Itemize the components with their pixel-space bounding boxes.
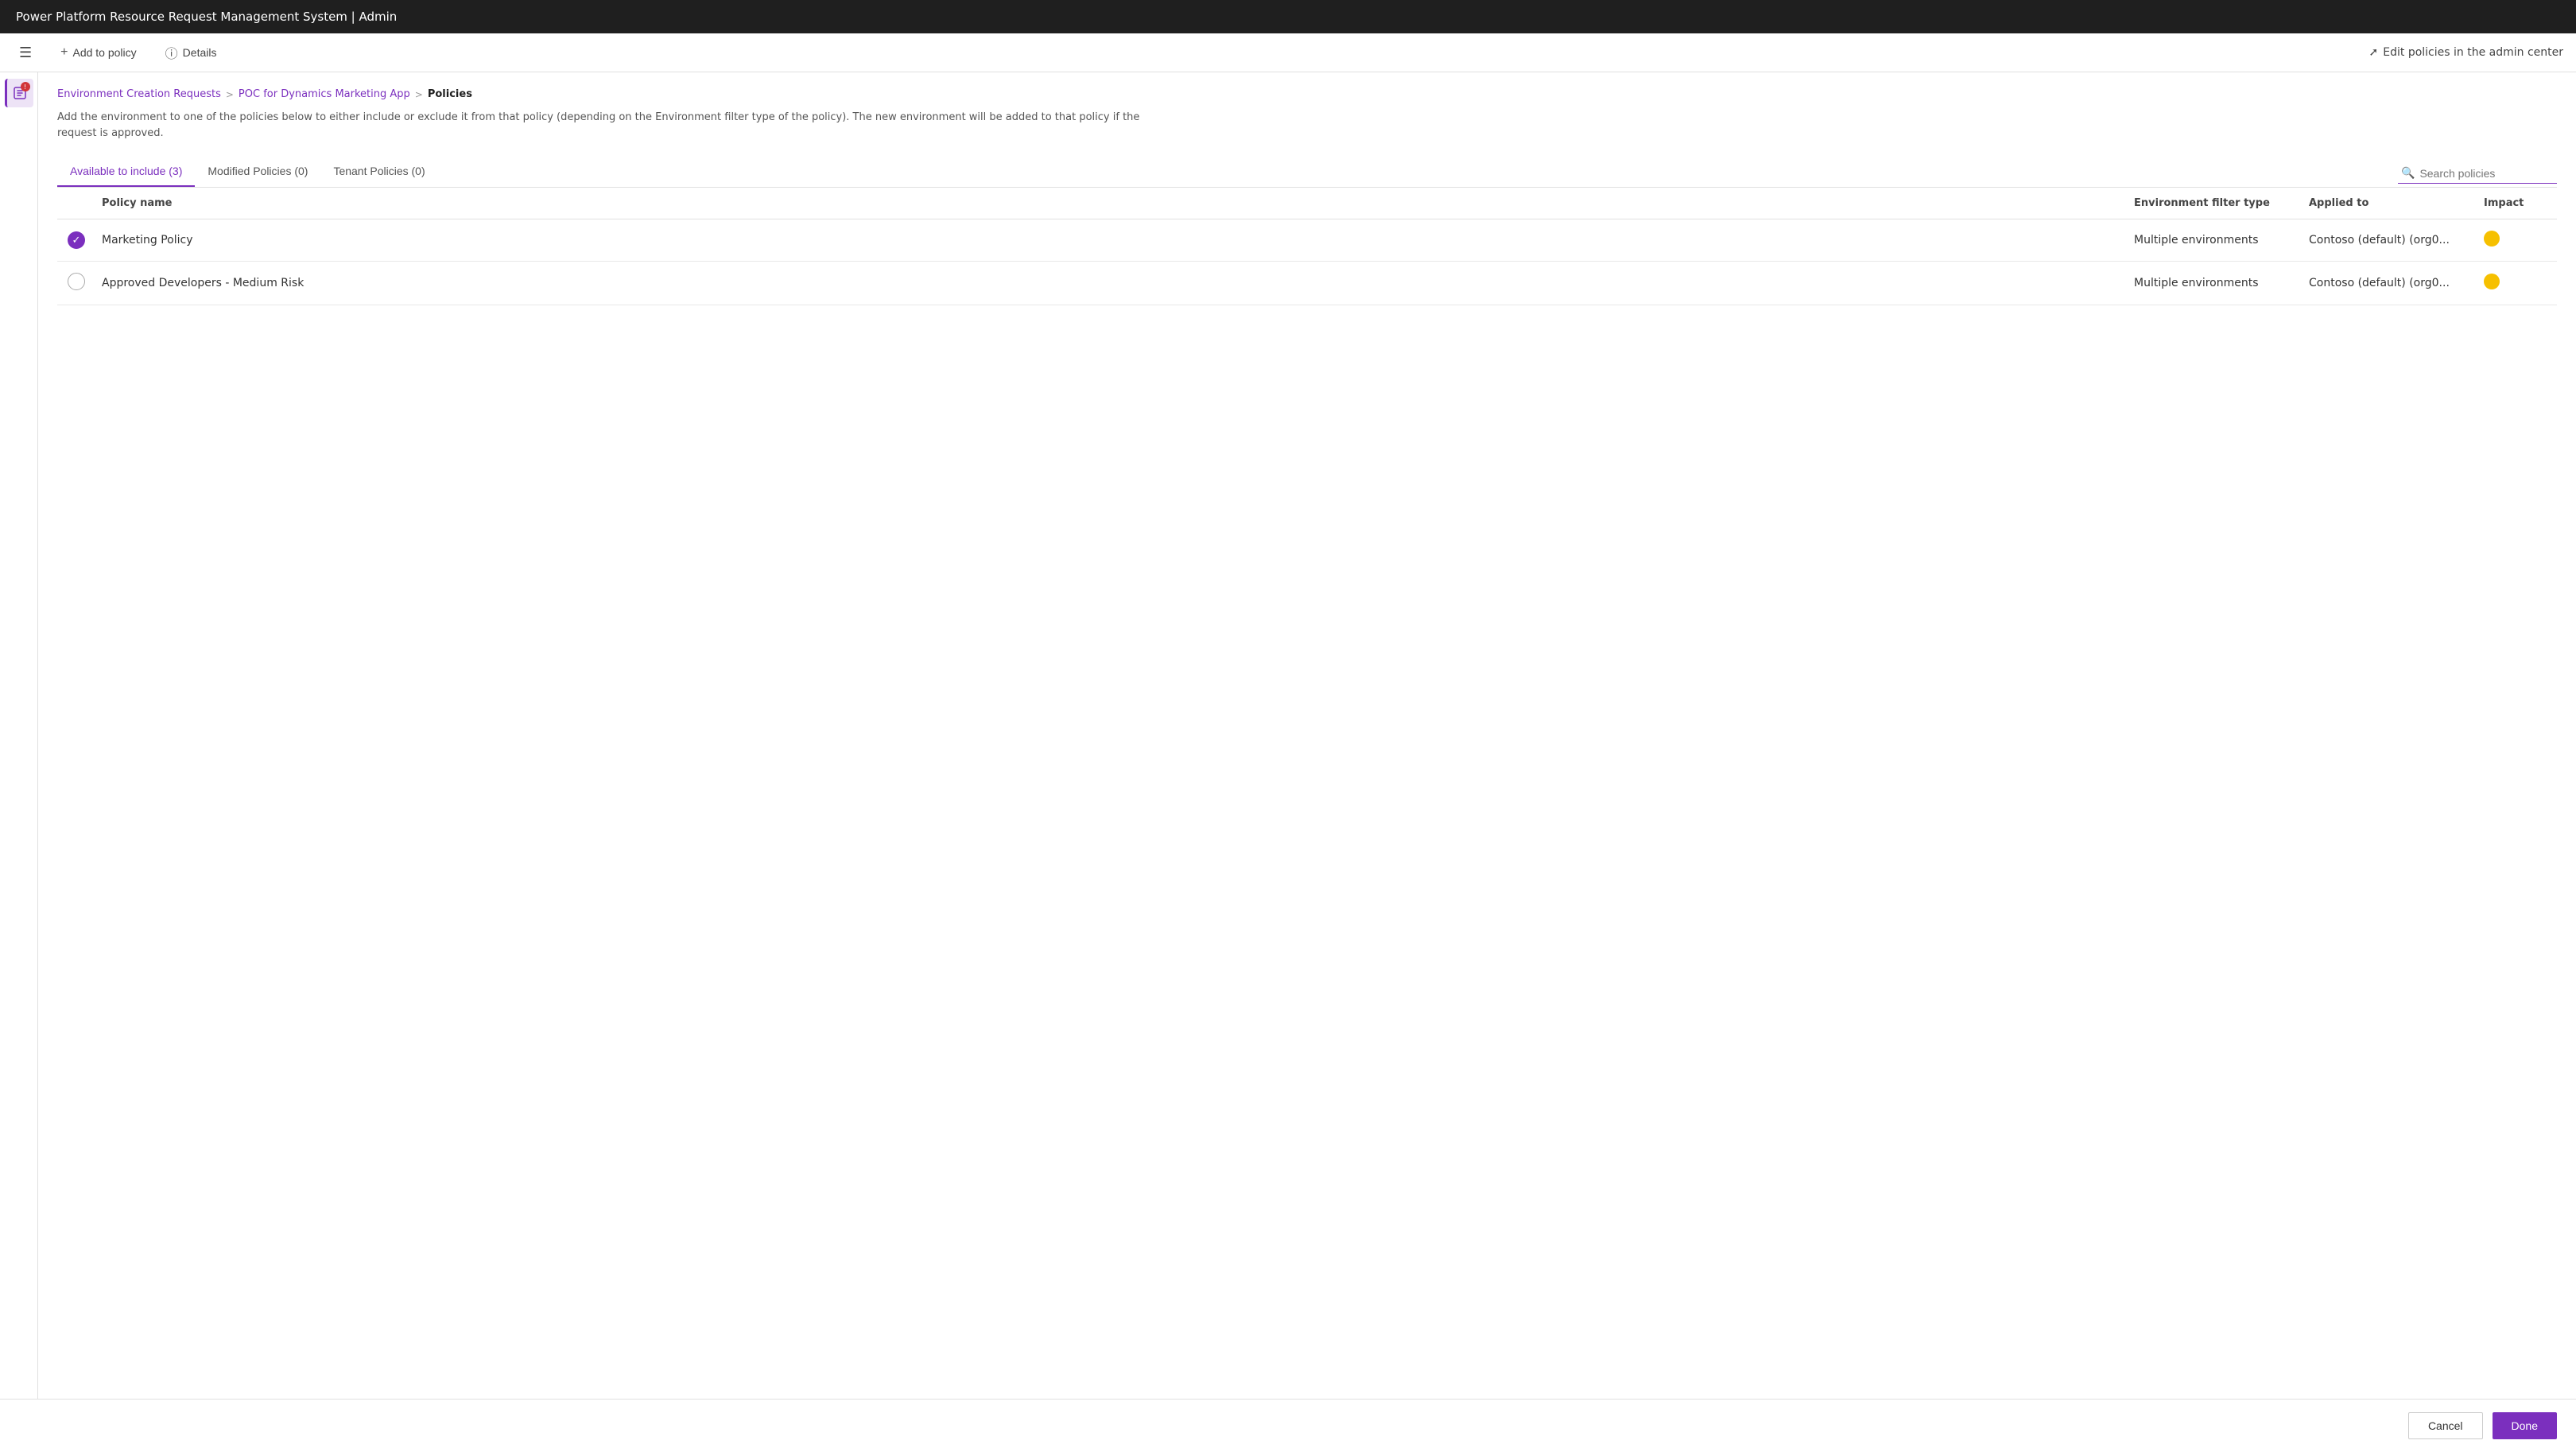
breadcrumb-current: Policies [428, 88, 472, 100]
footer: Cancel Done [0, 1399, 2576, 1452]
plus-icon: + [60, 45, 68, 60]
title-bar: Power Platform Resource Request Manageme… [0, 0, 2576, 33]
tab-tenant[interactable]: Tenant Policies (0) [320, 157, 437, 187]
sidebar-icon-requests[interactable]: ! [5, 79, 33, 107]
tab-available[interactable]: Available to include (3) [57, 157, 195, 187]
table-row[interactable]: ✓ Marketing PolicyMultiple environmentsCo… [57, 219, 2557, 262]
table-body: ✓ Marketing PolicyMultiple environmentsCo… [57, 219, 2557, 305]
col-header-policy-name: Policy name [95, 188, 2128, 219]
add-to-policy-button[interactable]: + Add to policy [54, 42, 143, 63]
row-select-cell[interactable]: ✓ [57, 219, 95, 262]
search-input[interactable] [2419, 167, 2547, 180]
chevron-icon-2: > [415, 89, 423, 100]
toolbar: ☰ + Add to policy ⓘ Details ➚ Edit polic… [0, 33, 2576, 72]
row-select-cell[interactable] [57, 262, 95, 305]
impact-dot-icon [2484, 274, 2500, 289]
policy-name-cell: Approved Developers - Medium Risk [95, 262, 2128, 305]
chevron-icon-1: > [226, 89, 234, 100]
add-to-policy-label: Add to policy [72, 46, 136, 59]
impact-cell [2477, 262, 2557, 305]
sidebar: ! [0, 72, 38, 1399]
impact-cell [2477, 219, 2557, 262]
selected-check-icon: ✓ [68, 231, 85, 249]
notification-badge: ! [21, 82, 30, 91]
filter-type-cell: Multiple environments [2128, 262, 2302, 305]
col-header-filter-type: Environment filter type [2128, 188, 2302, 219]
menu-icon[interactable]: ☰ [13, 41, 38, 64]
tab-modified[interactable]: Modified Policies (0) [195, 157, 320, 187]
impact-dot-icon [2484, 231, 2500, 247]
breadcrumb-step1[interactable]: Environment Creation Requests [57, 88, 221, 100]
cancel-button[interactable]: Cancel [2408, 1412, 2483, 1439]
search-icon: 🔍 [2401, 167, 2415, 180]
external-link-icon: ➚ [2369, 46, 2379, 59]
main-content: Environment Creation Requests > POC for … [38, 72, 2576, 1399]
policy-name-cell: Marketing Policy [95, 219, 2128, 262]
table-row[interactable]: Approved Developers - Medium RiskMultipl… [57, 262, 2557, 305]
unselected-check-icon [68, 273, 85, 290]
search-box[interactable]: 🔍 [2398, 164, 2557, 184]
layout: ! Environment Creation Requests > POC fo… [0, 72, 2576, 1399]
applied-to-cell: Contoso (default) (org0... [2302, 219, 2477, 262]
edit-link-label: Edit policies in the admin center [2383, 46, 2563, 59]
policies-table: Policy name Environment filter type Appl… [57, 188, 2557, 305]
edit-policies-link[interactable]: ➚ Edit policies in the admin center [2369, 46, 2563, 59]
details-button[interactable]: ⓘ Details [159, 40, 223, 65]
applied-to-cell: Contoso (default) (org0... [2302, 262, 2477, 305]
info-icon: ⓘ [165, 43, 178, 62]
app-title: Power Platform Resource Request Manageme… [16, 10, 397, 24]
filter-type-cell: Multiple environments [2128, 219, 2302, 262]
col-header-applied-to: Applied to [2302, 188, 2477, 219]
table-header-row: Policy name Environment filter type Appl… [57, 188, 2557, 219]
col-header-impact: Impact [2477, 188, 2557, 219]
toolbar-left: ☰ + Add to policy ⓘ Details [13, 40, 223, 65]
tabs-bar: Available to include (3) Modified Polici… [57, 157, 2557, 188]
done-button[interactable]: Done [2493, 1412, 2557, 1439]
breadcrumb-step2[interactable]: POC for Dynamics Marketing App [239, 88, 410, 100]
page-description: Add the environment to one of the polici… [57, 110, 1170, 141]
tabs-list: Available to include (3) Modified Polici… [57, 157, 438, 187]
details-label: Details [183, 46, 217, 59]
col-header-select [57, 188, 95, 219]
policies-table-wrap: Policy name Environment filter type Appl… [57, 188, 2557, 1383]
breadcrumb: Environment Creation Requests > POC for … [57, 88, 2557, 100]
